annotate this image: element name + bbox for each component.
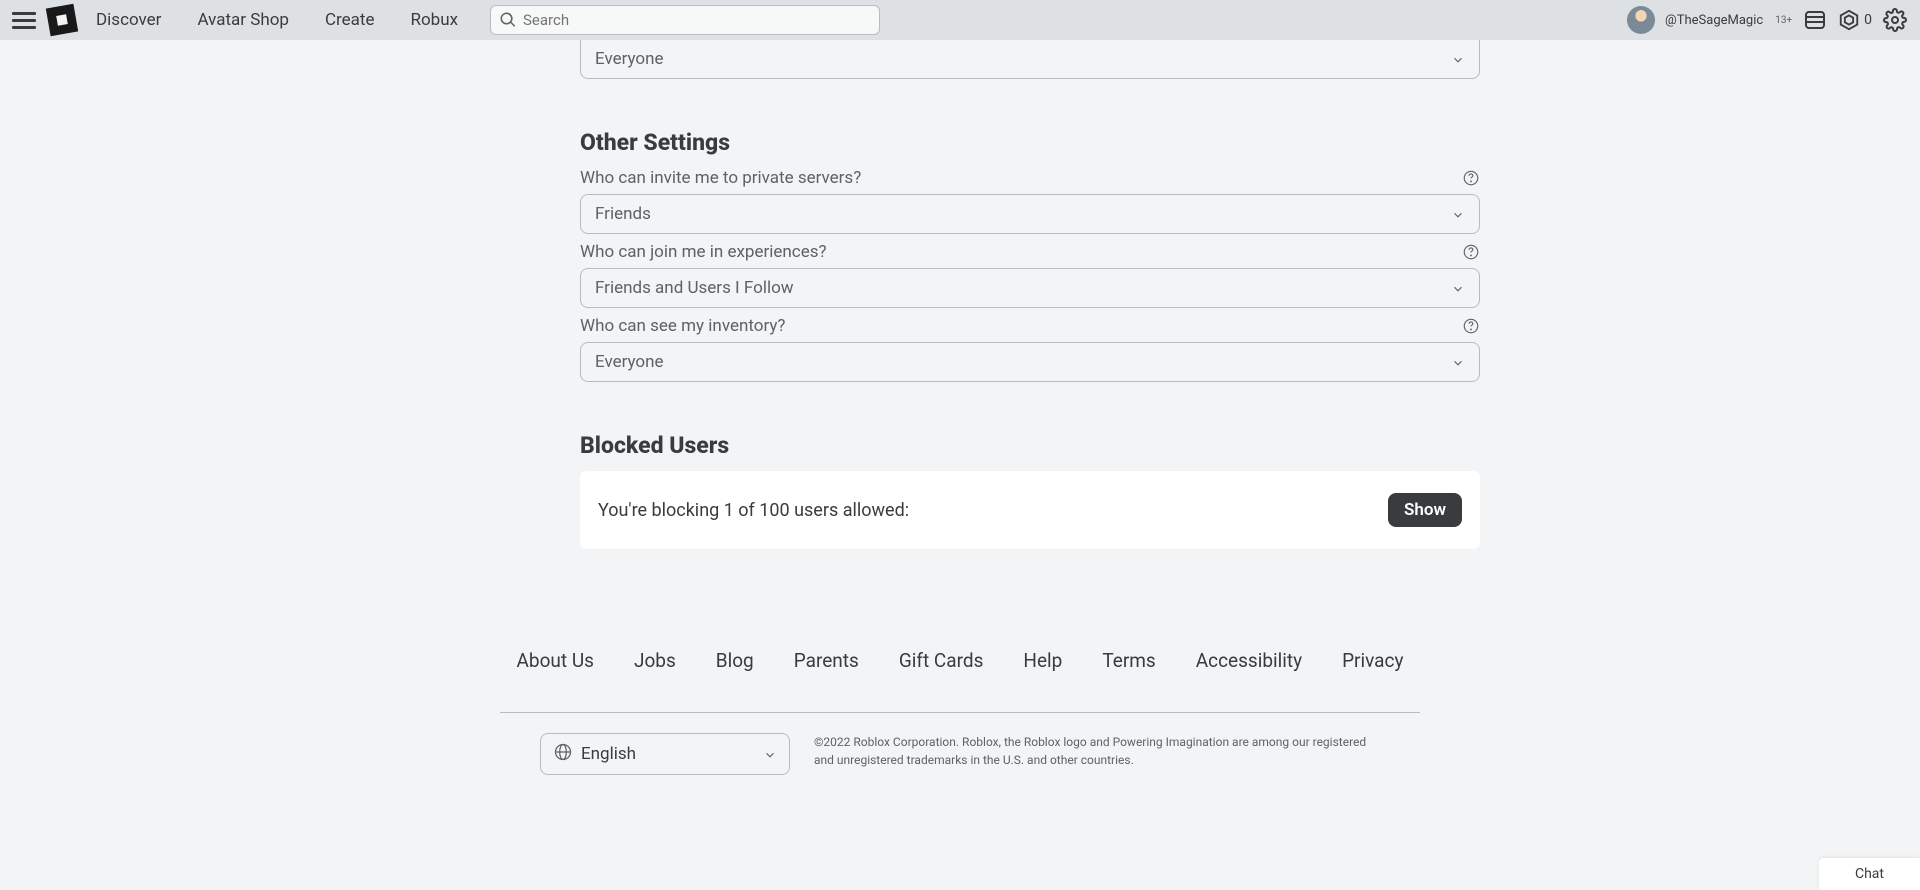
footer-terms[interactable]: Terms: [1102, 649, 1155, 672]
blocked-users-title: Blocked Users: [580, 432, 1480, 459]
footer-about-us[interactable]: About Us: [517, 649, 594, 672]
blocked-users-card: You're blocking 1 of 100 users allowed: …: [580, 471, 1480, 549]
username-label[interactable]: @TheSageMagic: [1665, 13, 1763, 28]
search-icon: [499, 11, 517, 29]
chevron-down-icon: [1451, 207, 1465, 221]
settings-gear-icon[interactable]: [1882, 7, 1908, 33]
chevron-down-icon: [1451, 281, 1465, 295]
show-button[interactable]: Show: [1388, 493, 1462, 527]
logo-icon[interactable]: [46, 4, 78, 36]
footer-privacy[interactable]: Privacy: [1342, 649, 1403, 672]
join-experiences-value: Friends and Users I Follow: [595, 278, 794, 298]
top-navbar: Discover Avatar Shop Create Robux @TheSa…: [0, 0, 1920, 40]
blocked-users-text: You're blocking 1 of 100 users allowed:: [598, 500, 909, 521]
footer-divider: [500, 712, 1420, 713]
messages-icon[interactable]: [1802, 7, 1828, 33]
footer: About Us Jobs Blog Parents Gift Cards He…: [500, 649, 1420, 815]
footer-links: About Us Jobs Blog Parents Gift Cards He…: [500, 649, 1420, 672]
language-selector[interactable]: English: [540, 733, 790, 775]
avatar[interactable]: [1627, 6, 1655, 34]
see-inventory-label: Who can see my inventory?: [580, 316, 785, 336]
language-value: English: [581, 744, 636, 764]
nav-robux[interactable]: Robux: [410, 10, 458, 30]
help-icon[interactable]: [1462, 317, 1480, 335]
robux-balance[interactable]: 0: [1838, 9, 1872, 31]
nav-discover[interactable]: Discover: [96, 10, 161, 30]
see-inventory-dropdown[interactable]: Everyone: [580, 342, 1480, 382]
copyright-text: ©2022 Roblox Corporation. Roblox, the Ro…: [814, 733, 1380, 769]
see-inventory-value: Everyone: [595, 352, 664, 372]
footer-jobs[interactable]: Jobs: [634, 649, 676, 672]
age-badge: 13+: [1775, 15, 1792, 26]
join-experiences-label: Who can join me in experiences?: [580, 242, 827, 262]
chevron-down-icon: [1451, 52, 1465, 66]
invite-private-servers-label: Who can invite me to private servers?: [580, 168, 861, 188]
robux-amount: 0: [1864, 12, 1872, 28]
footer-blog[interactable]: Blog: [716, 649, 754, 672]
chevron-down-icon: [1451, 355, 1465, 369]
chat-bar[interactable]: Chat: [1819, 858, 1920, 890]
prior-setting-value: Everyone: [595, 49, 664, 69]
footer-parents[interactable]: Parents: [794, 649, 859, 672]
nav-links: Discover Avatar Shop Create Robux: [96, 10, 458, 30]
other-settings-title: Other Settings: [580, 129, 1480, 156]
menu-icon[interactable]: [12, 8, 36, 32]
nav-create[interactable]: Create: [325, 10, 375, 30]
globe-icon: [553, 742, 573, 766]
nav-right: @TheSageMagic 13+ 0: [1627, 6, 1908, 34]
help-icon[interactable]: [1462, 243, 1480, 261]
help-icon[interactable]: [1462, 169, 1480, 187]
invite-private-servers-value: Friends: [595, 204, 651, 224]
join-experiences-dropdown[interactable]: Friends and Users I Follow: [580, 268, 1480, 308]
invite-private-servers-dropdown[interactable]: Friends: [580, 194, 1480, 234]
footer-accessibility[interactable]: Accessibility: [1196, 649, 1302, 672]
search-input[interactable]: [523, 11, 871, 29]
nav-avatar-shop[interactable]: Avatar Shop: [197, 10, 289, 30]
footer-gift-cards[interactable]: Gift Cards: [899, 649, 984, 672]
search-box[interactable]: [490, 5, 880, 35]
chevron-down-icon: [763, 747, 777, 761]
footer-help[interactable]: Help: [1023, 649, 1062, 672]
prior-setting-dropdown[interactable]: Everyone: [580, 39, 1480, 79]
